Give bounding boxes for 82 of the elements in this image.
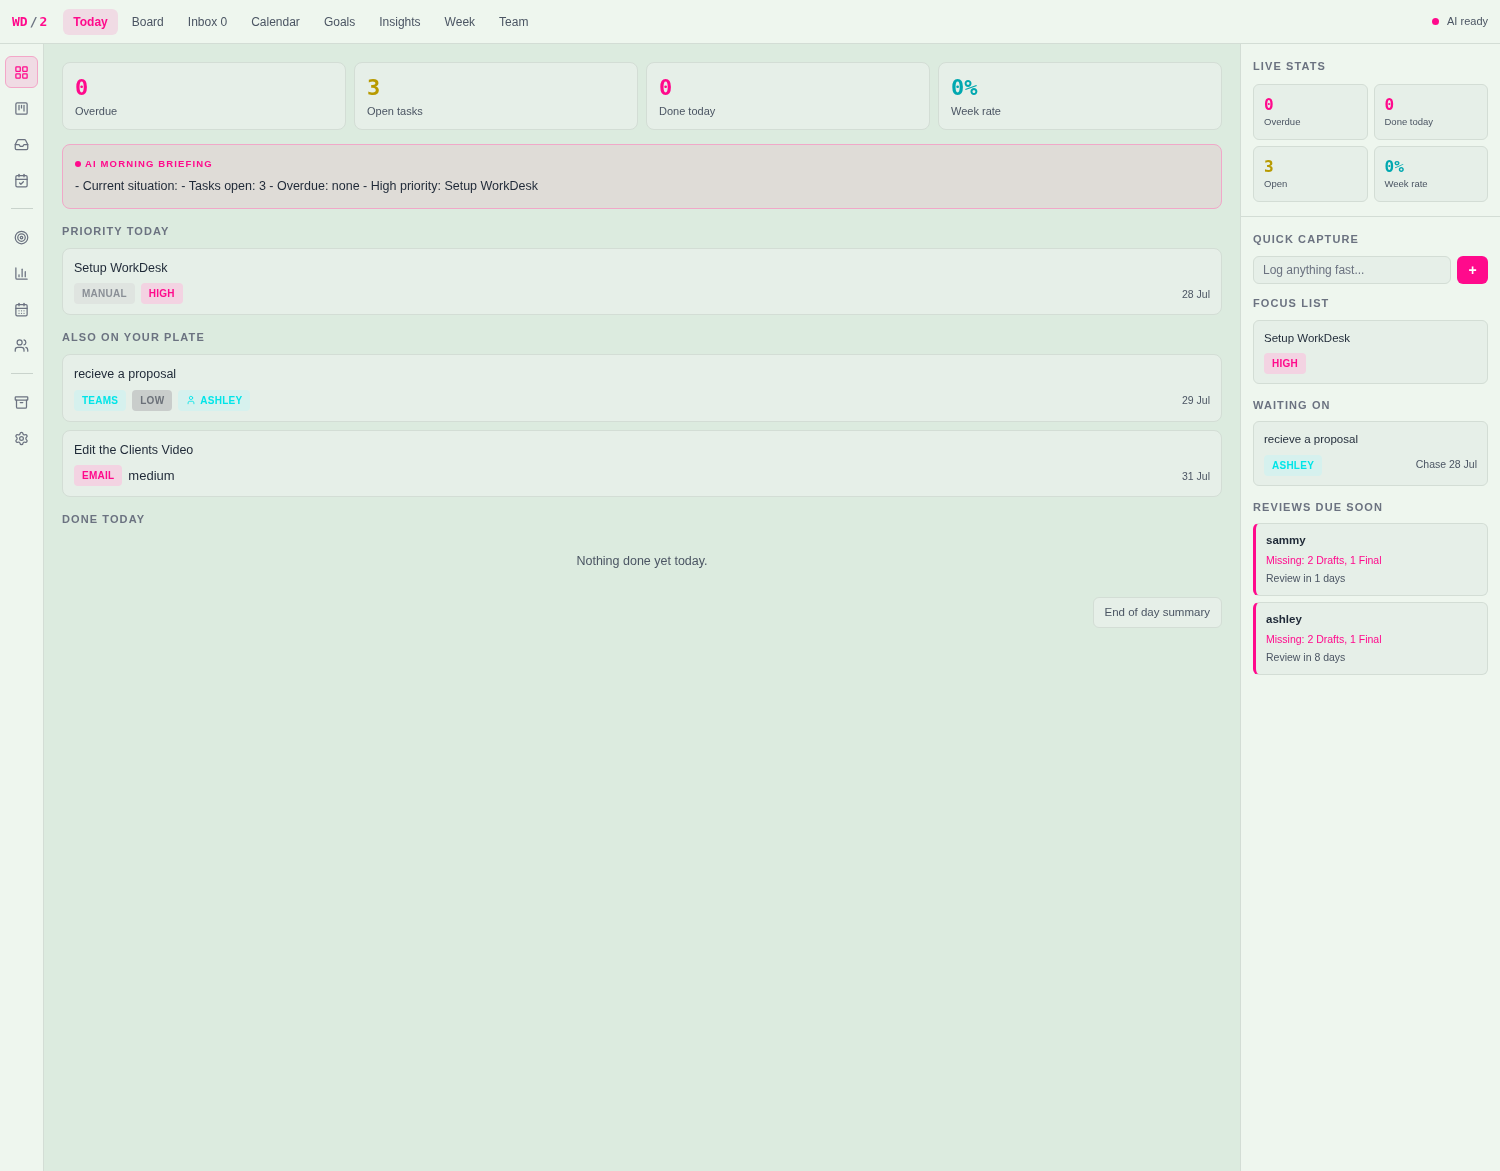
tag: HIGH [140, 283, 183, 305]
stat-label: Open tasks [367, 104, 424, 119]
stat-label: Open [1264, 176, 1289, 191]
review-due: Review in 8 days [1266, 649, 1347, 665]
calendar-icon [14, 301, 29, 317]
section-heading: WAITING ON [1253, 397, 1332, 413]
nav-tab[interactable]: Team [489, 8, 539, 35]
bar-chart-icon [14, 265, 29, 281]
archive-icon [14, 394, 29, 410]
tag: EMAIL [74, 465, 123, 487]
review-missing: Missing: 2 Drafts, 1 Final [1266, 632, 1383, 647]
stat-label: Done today [659, 104, 717, 119]
stat-value: 3 [1264, 156, 1275, 177]
section-heading: DONE TODAY [62, 512, 147, 528]
kanban-icon [14, 100, 29, 116]
task-date: 29 Jul [1181, 392, 1210, 408]
nav-tab[interactable]: Goals [313, 8, 366, 35]
summary-button[interactable]: End of day summary [1092, 596, 1222, 628]
task-title: Setup WorkDesk [74, 259, 169, 277]
tag: ASHLEY [178, 389, 251, 411]
review-card[interactable]: sammy Missing: 2 Drafts, 1 Final Review in 1 days [1253, 523, 1488, 596]
tag: ASHLEY [1264, 454, 1323, 476]
focus-title: Setup WorkDesk [1264, 330, 1352, 346]
stat-value: 3 [367, 75, 382, 101]
task-date: 31 Jul [1181, 468, 1210, 484]
section-heading: QUICK CAPTURE [1253, 231, 1360, 247]
stat-value: 0% [1384, 156, 1405, 177]
review-card[interactable]: ashley Missing: 2 Drafts, 1 Final Review in 8 days [1253, 601, 1488, 675]
calendar-icon [14, 172, 29, 188]
stat-value: 0% [951, 75, 979, 101]
review-name: sammy [1266, 533, 1307, 548]
section-heading: LIVE STATS [1253, 59, 1327, 74]
nav-tab[interactable]: Week [434, 8, 486, 35]
stat-value: 0 [75, 75, 90, 101]
section-heading: PRIORITY TODAY [62, 224, 171, 239]
nav-tab[interactable]: Calendar [241, 8, 310, 35]
nav-tab[interactable]: Board [121, 8, 174, 35]
briefing-title: AI MORNING BRIEFING [85, 157, 213, 171]
task-date: 28 Jul [1181, 286, 1210, 302]
settings-icon [14, 430, 29, 446]
inbox-icon [14, 136, 29, 152]
grid-icon [14, 64, 29, 80]
people-icon [14, 337, 29, 353]
task-title: Edit the Clients Video [74, 441, 195, 459]
stat-value: 0 [659, 75, 674, 101]
stat-label: Overdue [1264, 114, 1302, 129]
review-name: ashley [1266, 611, 1303, 627]
person-icon [186, 395, 197, 405]
focus-card[interactable]: Setup WorkDesk HIGH [1253, 319, 1488, 384]
task-card[interactable]: recieve a proposal TEAMS LOW ASHLEY 29 Jul [62, 353, 1222, 422]
stat-value: 0 [1264, 94, 1275, 115]
task-card[interactable]: Setup WorkDesk MANUAL HIGH 28 Jul [62, 247, 1222, 316]
tag: MANUAL [74, 283, 135, 305]
task-title: recieve a proposal [74, 365, 178, 383]
priority-text: medium [128, 467, 175, 485]
add-button[interactable]: + [1457, 256, 1488, 284]
review-due: Review in 1 days [1266, 571, 1347, 586]
capture-field[interactable]: Log anything fast... [1253, 256, 1451, 284]
waiting-title: recieve a proposal [1264, 432, 1359, 448]
stat-label: Week rate [951, 104, 1002, 119]
tag: LOW [132, 389, 173, 411]
stat-label: Overdue [75, 104, 119, 119]
waiting-card[interactable]: recieve a proposal ASHLEY Chase 28 Jul [1253, 421, 1488, 486]
stat-value: 0 [1384, 94, 1396, 115]
nav-tab[interactable]: Inbox 0 [177, 8, 238, 35]
section-heading: FOCUS LIST [1253, 296, 1331, 311]
tag: HIGH [1264, 352, 1306, 374]
empty-message: Nothing done yet today. [575, 552, 709, 570]
target-icon [14, 229, 29, 245]
status-label: AI ready [1447, 14, 1488, 30]
chase-date: Chase 28 Jul [1415, 457, 1477, 473]
section-heading: REVIEWS DUE SOON [1253, 499, 1385, 515]
stat-label: Week rate [1384, 176, 1429, 191]
briefing-text: - Current situation: - Tasks open: 3 - Overdue: none - High priority: Setup WorkDesk [75, 178, 539, 196]
task-card[interactable]: Edit the Clients Video EMAIL medium 31 Jul [62, 429, 1222, 498]
stat-label: Done today [1384, 114, 1435, 129]
tag: TEAMS [74, 389, 127, 411]
review-missing: Missing: 2 Drafts, 1 Final [1266, 553, 1383, 569]
logo: WD/2 [12, 12, 48, 31]
rail-button[interactable] [5, 56, 38, 88]
nav-tab[interactable]: Insights [369, 8, 431, 35]
section-heading: ALSO ON YOUR PLATE [62, 330, 206, 346]
